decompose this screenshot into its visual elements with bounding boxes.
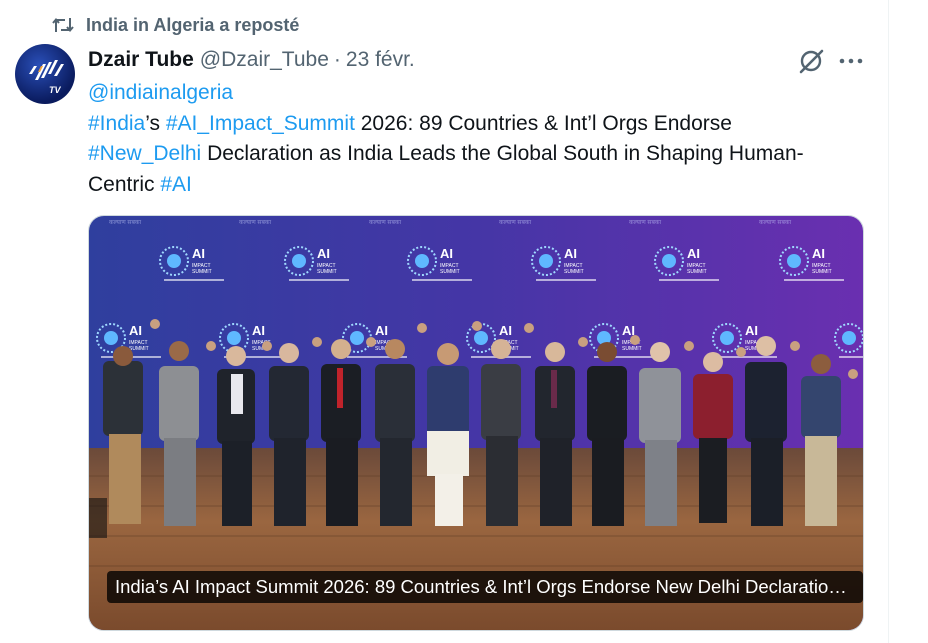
svg-text:कल्याण सबका: कल्याण सबका — [239, 220, 271, 226]
svg-text:कल्याण सबका: कल्याण सबका — [369, 220, 401, 226]
summit-photo: AI IMPACT SUMMIT कल्याण सबकाकल्याण सबका … — [89, 216, 863, 630]
svg-text:कल्याण सबका: कल्याण सबका — [629, 220, 661, 226]
author-avatar[interactable]: TV — [15, 44, 75, 104]
hashtag-new-delhi[interactable]: #New_Delhi — [88, 142, 201, 165]
more-options-icon[interactable] — [838, 48, 864, 74]
tweet-header: Dzair Tube @Dzair_Tube · 23 févr. — [88, 46, 415, 74]
repost-header[interactable]: India in Algeria a reposté — [52, 14, 299, 36]
column-divider — [888, 0, 889, 643]
tweet-timestamp[interactable]: 23 févr. — [346, 48, 415, 72]
hashtag-ai[interactable]: #AI — [160, 173, 192, 196]
header-separator: · — [333, 48, 341, 71]
mention-link[interactable]: @indiainalgeria — [88, 81, 233, 104]
author-handle[interactable]: @Dzair_Tube — [200, 48, 329, 72]
svg-text:कल्याण सबका: कल्याण सबका — [499, 220, 531, 226]
hashtag-ai-impact-summit[interactable]: #AI_Impact_Summit — [166, 112, 355, 135]
hashtag-india[interactable]: #India — [88, 112, 145, 135]
tweet-media-photo[interactable]: AI IMPACT SUMMIT कल्याण सबकाकल्याण सबका … — [88, 215, 864, 631]
svg-text:कल्याण सबका: कल्याण सबका — [759, 220, 791, 226]
svg-text:कल्याण सबका: कल्याण सबका — [109, 220, 141, 226]
avatar-label: TV — [49, 85, 61, 95]
media-caption: India’s AI Impact Summit 2026: 89 Countr… — [107, 571, 863, 603]
repost-label: India in Algeria a reposté — [86, 14, 300, 35]
grok-icon[interactable] — [797, 47, 825, 75]
tweet-text: @indiainalgeria #India’s #AI_Impact_Summ… — [88, 78, 848, 200]
repost-icon — [52, 14, 76, 36]
tweet-text-part-1: 2026: 89 Countries & Int’l Orgs Endorse — [354, 111, 732, 135]
tweet-text-possessive: ’s — [145, 111, 166, 135]
author-display-name[interactable]: Dzair Tube — [88, 48, 194, 72]
